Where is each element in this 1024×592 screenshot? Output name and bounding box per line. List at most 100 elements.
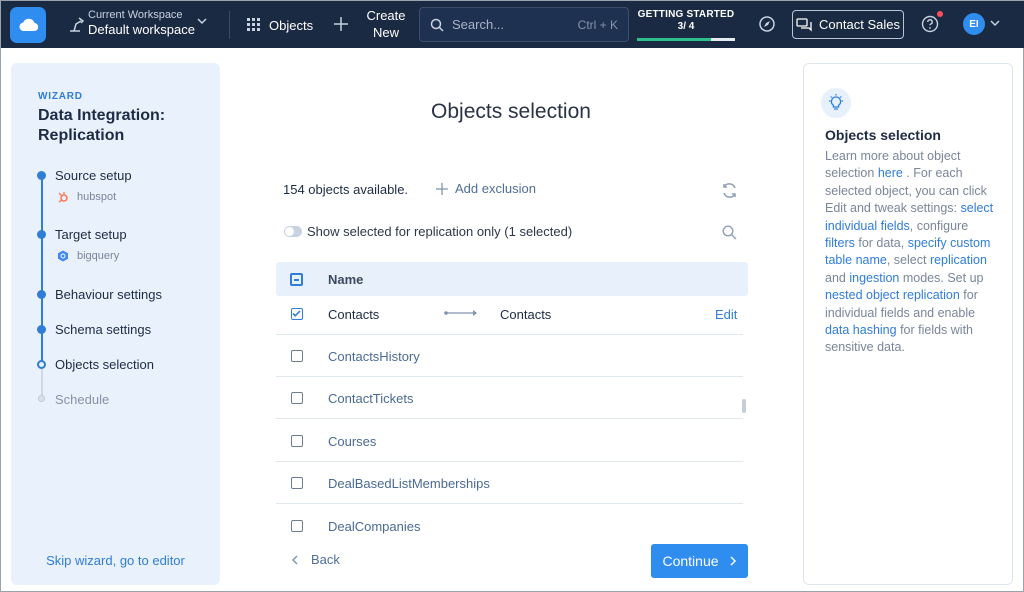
row-checkbox[interactable] (291, 308, 303, 320)
column-header-name[interactable]: Name (328, 272, 363, 287)
wizard-sidebar: WIZARD Data Integration: Replication Sou… (11, 63, 220, 585)
object-name: Contacts (328, 307, 380, 322)
top-navigation-bar: Current Workspace Default workspace Obje… (1, 1, 1024, 48)
getting-started-title: GETTING STARTED (637, 9, 735, 20)
contact-sales-label: Contact Sales (819, 17, 900, 32)
app-logo-icon[interactable] (10, 7, 46, 43)
plus-icon (436, 182, 448, 195)
step-behaviour-settings[interactable]: Behaviour settings (55, 287, 162, 302)
page-title: Objects selection (431, 100, 591, 123)
add-exclusion-label: Add exclusion (455, 181, 536, 196)
help-text-part: , configure (909, 218, 969, 233)
table-row[interactable]: Courses (276, 420, 743, 462)
getting-started-count: 3/ 4 (677, 21, 695, 32)
select-all-checkbox[interactable] (290, 273, 303, 286)
refresh-icon[interactable] (721, 182, 738, 199)
step-dot-current (37, 360, 46, 369)
table-row[interactable]: Contacts Contacts Edit (276, 293, 743, 335)
help-link-ingestion[interactable]: ingestion (849, 271, 899, 285)
table-row[interactable]: ContactTickets (276, 377, 743, 419)
object-name: ContactTickets (328, 391, 414, 406)
help-link-replication[interactable]: replication (930, 253, 987, 267)
lightbulb-icon (821, 88, 851, 118)
table-row[interactable]: DealCompanies (276, 505, 743, 535)
table-row[interactable]: DealBasedListMemberships (276, 462, 743, 504)
step-target-setup[interactable]: Target setup (55, 227, 127, 242)
chat-icon (796, 17, 812, 32)
getting-started-progress (637, 38, 735, 41)
edit-button[interactable]: Edit (715, 307, 737, 322)
step-source-sub: hubspot (57, 191, 116, 203)
chevron-down-icon[interactable] (990, 18, 1000, 28)
notification-dot (937, 11, 943, 17)
row-checkbox[interactable] (291, 477, 303, 489)
target-name: bigquery (77, 250, 120, 262)
help-link-filters[interactable]: filters (825, 236, 855, 250)
workspace-name[interactable]: Default workspace (88, 22, 195, 37)
step-dot (37, 325, 46, 334)
compass-icon[interactable] (758, 15, 776, 33)
table-row[interactable]: ContactsHistory (276, 335, 743, 377)
row-checkbox[interactable] (291, 435, 303, 447)
workspace-lamp-icon (70, 17, 85, 32)
search-icon[interactable] (722, 225, 737, 240)
objects-button[interactable]: Objects (247, 13, 313, 37)
chevron-left-icon (292, 555, 298, 564)
help-link-here[interactable]: here (878, 166, 903, 180)
search-input[interactable]: Search... Ctrl + K (419, 7, 629, 42)
plus-icon (334, 17, 348, 31)
row-checkbox[interactable] (291, 520, 303, 532)
getting-started-widget[interactable]: GETTING STARTED 3/ 4 (637, 9, 735, 41)
row-checkbox[interactable] (291, 392, 303, 404)
avatar[interactable]: EI (963, 13, 985, 35)
objects-available-count: 154 objects available. (283, 182, 409, 197)
create-new-button[interactable]: Create New (334, 7, 410, 41)
check-icon (292, 310, 301, 317)
help-text-part: and (825, 270, 850, 285)
progress-line-pending (41, 365, 43, 399)
step-target-sub: bigquery (57, 250, 119, 262)
row-checkbox[interactable] (291, 350, 303, 362)
wizard-label: WIZARD (38, 91, 83, 102)
step-schedule[interactable]: Schedule (55, 392, 109, 407)
step-source-setup[interactable]: Source setup (55, 168, 132, 183)
add-exclusion-button[interactable]: Add exclusion (436, 181, 536, 196)
progress-line (41, 173, 43, 365)
help-text-part: for data, (854, 236, 908, 251)
table-scrollbar[interactable] (742, 399, 746, 413)
chevron-right-icon (729, 556, 736, 566)
help-text-part: modes. Set up (899, 270, 984, 285)
object-name: DealCompanies (328, 519, 421, 534)
divider (229, 11, 230, 39)
object-name: DealBasedListMemberships (328, 476, 490, 491)
hubspot-icon (58, 192, 68, 203)
bigquery-icon (58, 250, 68, 262)
object-name: Courses (328, 434, 377, 449)
show-selected-toggle[interactable] (284, 226, 302, 237)
object-name: ContactsHistory (328, 349, 420, 364)
step-dot (37, 230, 46, 239)
chevron-down-icon[interactable] (197, 16, 207, 26)
continue-label: Continue (662, 553, 719, 569)
search-icon (430, 18, 444, 32)
help-title: Objects selection (825, 127, 941, 143)
step-objects-selection[interactable]: Objects selection (55, 357, 154, 372)
skip-wizard-link[interactable]: Skip wizard, go to editor (11, 553, 220, 568)
help-link-data-hashing[interactable]: data hashing (825, 323, 897, 337)
back-label: Back (311, 552, 340, 567)
step-dot (37, 290, 46, 299)
grid-icon (247, 18, 260, 31)
help-link-nested-objects[interactable]: nested object replication (825, 288, 960, 302)
step-dot (37, 171, 46, 180)
search-shortcut: Ctrl + K (577, 17, 618, 32)
back-button[interactable]: Back (291, 552, 340, 567)
table-header: Name (276, 262, 748, 296)
continue-button[interactable]: Continue (651, 544, 748, 578)
wizard-title: Data Integration: Replication (38, 107, 166, 144)
create-label: Create (366, 8, 406, 23)
step-schema-settings[interactable]: Schema settings (55, 322, 151, 337)
help-icon[interactable] (921, 15, 939, 33)
show-selected-label: Show selected for replication only (1 se… (307, 224, 573, 239)
contact-sales-button[interactable]: Contact Sales (792, 10, 904, 39)
help-text: Learn more about object selection here .… (825, 148, 995, 357)
